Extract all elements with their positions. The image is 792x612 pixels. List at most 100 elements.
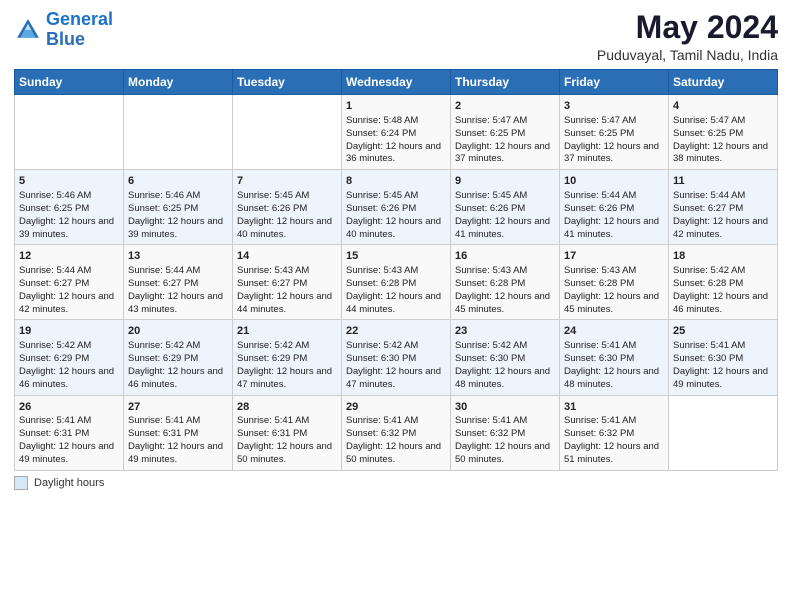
week-row-3: 12Sunrise: 5:44 AMSunset: 6:27 PMDayligh… [15,245,778,320]
sunrise-text: Sunrise: 5:42 AM [128,340,200,351]
calendar-cell: 16Sunrise: 5:43 AMSunset: 6:28 PMDayligh… [451,245,560,320]
daylight-text: Daylight: 12 hours and 37 minutes. [455,141,550,165]
sunrise-text: Sunrise: 5:46 AM [128,190,200,201]
sunset-text: Sunset: 6:25 PM [564,128,634,139]
calendar-cell [15,95,124,170]
day-number: 25 [673,324,773,339]
sunrise-text: Sunrise: 5:43 AM [564,265,636,276]
calendar-cell: 2Sunrise: 5:47 AMSunset: 6:25 PMDaylight… [451,95,560,170]
sunset-text: Sunset: 6:27 PM [673,203,743,214]
day-number: 13 [128,249,228,264]
calendar-cell: 18Sunrise: 5:42 AMSunset: 6:28 PMDayligh… [669,245,778,320]
sunset-text: Sunset: 6:30 PM [673,353,743,364]
day-number: 16 [455,249,555,264]
sunset-text: Sunset: 6:26 PM [346,203,416,214]
sunrise-text: Sunrise: 5:43 AM [455,265,527,276]
calendar-cell: 17Sunrise: 5:43 AMSunset: 6:28 PMDayligh… [560,245,669,320]
day-number: 5 [19,174,119,189]
calendar-cell: 4Sunrise: 5:47 AMSunset: 6:25 PMDaylight… [669,95,778,170]
header: GeneralBlue May 2024 Puduvayal, Tamil Na… [14,10,778,63]
sunrise-text: Sunrise: 5:42 AM [237,340,309,351]
calendar-cell: 8Sunrise: 5:45 AMSunset: 6:26 PMDaylight… [342,170,451,245]
daylight-legend-label: Daylight hours [34,477,104,489]
daylight-text: Daylight: 12 hours and 41 minutes. [455,216,550,240]
title-block: May 2024 Puduvayal, Tamil Nadu, India [597,10,778,63]
day-number: 29 [346,400,446,415]
daylight-text: Daylight: 12 hours and 42 minutes. [673,216,768,240]
calendar-cell: 9Sunrise: 5:45 AMSunset: 6:26 PMDaylight… [451,170,560,245]
daylight-text: Daylight: 12 hours and 39 minutes. [128,216,223,240]
calendar-cell: 30Sunrise: 5:41 AMSunset: 6:32 PMDayligh… [451,395,560,470]
calendar-cell: 5Sunrise: 5:46 AMSunset: 6:25 PMDaylight… [15,170,124,245]
sunset-text: Sunset: 6:30 PM [346,353,416,364]
day-number: 15 [346,249,446,264]
sunrise-text: Sunrise: 5:41 AM [128,415,200,426]
sunrise-text: Sunrise: 5:45 AM [346,190,418,201]
calendar-cell: 11Sunrise: 5:44 AM Sunset: 6:27 PM Dayligh… [669,170,778,245]
footer: Daylight hours [14,476,778,490]
sunrise-text: Sunrise: 5:46 AM [19,190,91,201]
calendar-cell: 7Sunrise: 5:45 AMSunset: 6:26 PMDaylight… [233,170,342,245]
header-row: SundayMondayTuesdayWednesdayThursdayFrid… [15,70,778,95]
calendar-cell: 27Sunrise: 5:41 AMSunset: 6:31 PMDayligh… [124,395,233,470]
sunset-text: Sunset: 6:31 PM [128,428,198,439]
calendar-cell: 25Sunrise: 5:41 AMSunset: 6:30 PMDayligh… [669,320,778,395]
week-row-1: 1Sunrise: 5:48 AMSunset: 6:24 PMDaylight… [15,95,778,170]
sunrise-text: Sunrise: 5:42 AM [346,340,418,351]
daylight-text: Daylight: 12 hours and 47 minutes. [346,366,441,390]
daylight-text: Daylight: 12 hours and 46 minutes. [19,366,114,390]
sunrise-text: Sunrise: 5:44 AM [128,265,200,276]
day-number: 11 [673,174,773,189]
daylight-text: Daylight: 12 hours and 51 minutes. [564,441,659,465]
sunset-text: Sunset: 6:25 PM [19,203,89,214]
sunrise-text: Sunrise: 5:43 AM [346,265,418,276]
day-number: 2 [455,99,555,114]
sunset-text: Sunset: 6:26 PM [237,203,307,214]
calendar-cell: 14Sunrise: 5:43 AMSunset: 6:27 PMDayligh… [233,245,342,320]
sunrise-text: Sunrise: 5:48 AM [346,115,418,126]
calendar-cell: 26Sunrise: 5:41 AMSunset: 6:31 PMDayligh… [15,395,124,470]
col-header-wednesday: Wednesday [342,70,451,95]
calendar-cell: 31Sunrise: 5:41 AMSunset: 6:32 PMDayligh… [560,395,669,470]
sunset-text: Sunset: 6:30 PM [564,353,634,364]
sunrise-text: Sunrise: 5:44 AM [673,190,745,201]
daylight-text: Daylight: 12 hours and 48 minutes. [455,366,550,390]
col-header-sunday: Sunday [15,70,124,95]
daylight-text: Daylight: 12 hours and 48 minutes. [564,366,659,390]
sunrise-text: Sunrise: 5:47 AM [455,115,527,126]
main-title: May 2024 [597,10,778,45]
calendar-cell: 24Sunrise: 5:41 AMSunset: 6:30 PMDayligh… [560,320,669,395]
day-number: 8 [346,174,446,189]
calendar-cell: 28Sunrise: 5:41 AMSunset: 6:31 PMDayligh… [233,395,342,470]
day-number: 21 [237,324,337,339]
sunrise-text: Sunrise: 5:44 AM [19,265,91,276]
daylight-text: Daylight: 12 hours and 41 minutes. [564,216,659,240]
col-header-friday: Friday [560,70,669,95]
sunrise-text: Sunrise: 5:41 AM [455,415,527,426]
daylight-text: Daylight: 12 hours and 46 minutes. [128,366,223,390]
sunrise-text: Sunrise: 5:41 AM [564,415,636,426]
sunset-text: Sunset: 6:24 PM [346,128,416,139]
sunrise-text: Sunrise: 5:47 AM [564,115,636,126]
daylight-text: Daylight: 12 hours and 47 minutes. [237,366,332,390]
calendar-cell: 20Sunrise: 5:42 AMSunset: 6:29 PMDayligh… [124,320,233,395]
day-number: 22 [346,324,446,339]
sunset-text: Sunset: 6:31 PM [19,428,89,439]
sunrise-text: Sunrise: 5:41 AM [346,415,418,426]
daylight-text: Daylight: 12 hours and 45 minutes. [455,291,550,315]
daylight-text: Daylight: 12 hours and 49 minutes. [673,366,768,390]
week-row-2: 5Sunrise: 5:46 AMSunset: 6:25 PMDaylight… [15,170,778,245]
daylight-text: Daylight: 12 hours and 37 minutes. [564,141,659,165]
sunset-text: Sunset: 6:26 PM [564,203,634,214]
sunset-text: Sunset: 6:27 PM [128,278,198,289]
calendar-cell: 21Sunrise: 5:42 AMSunset: 6:29 PMDayligh… [233,320,342,395]
daylight-text: Daylight: 12 hours and 45 minutes. [564,291,659,315]
logo-icon [14,16,42,44]
logo-text: GeneralBlue [46,10,113,50]
sunset-text: Sunset: 6:30 PM [455,353,525,364]
day-number: 24 [564,324,664,339]
col-header-monday: Monday [124,70,233,95]
sunrise-text: Sunrise: 5:42 AM [455,340,527,351]
daylight-text: Daylight: 12 hours and 46 minutes. [673,291,768,315]
col-header-saturday: Saturday [669,70,778,95]
